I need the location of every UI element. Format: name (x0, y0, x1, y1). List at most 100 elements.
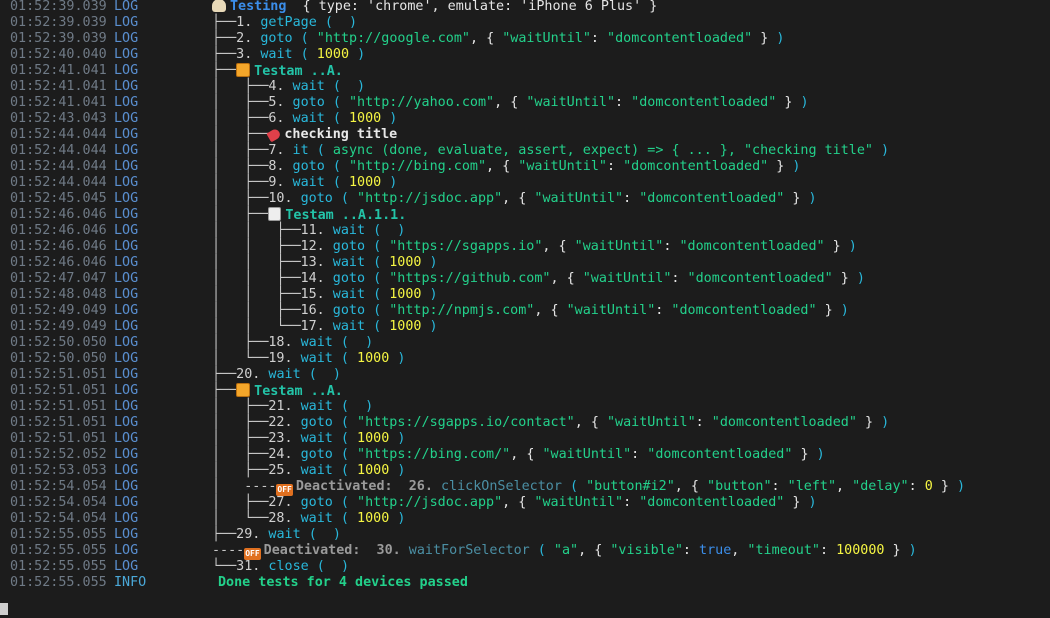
step-arg: , { (550, 271, 583, 286)
log-level: LOG (114, 559, 139, 574)
log-body: OFF Deactivated: 30. waitForSelector ( "a… (244, 543, 917, 560)
tree-connector: │ ├── (212, 415, 269, 430)
step-arg: : (623, 191, 640, 206)
step-arg: "https://sgapps.io" (389, 239, 543, 254)
paren: ( (324, 175, 349, 190)
paren: ( (324, 111, 349, 126)
log-level: LOG (114, 335, 139, 350)
log-timestamp: 01:52:46.046 (10, 223, 107, 238)
tree-connector: │ ├── (212, 111, 269, 126)
shell-prompt[interactable] (0, 602, 8, 618)
step-number: 19. (268, 351, 301, 366)
paren: ( (365, 319, 390, 334)
deactivated-label: Deactivated: (295, 479, 409, 494)
tree-connector: │ ├── (212, 495, 269, 510)
log-timestamp: 01:52:50.050 (10, 351, 107, 366)
step-number: 14. (300, 271, 333, 286)
paren: ( (332, 463, 358, 478)
log-timestamp: 01:52:46.046 (10, 239, 107, 254)
paren: ( (561, 479, 587, 494)
step-arg: } (768, 159, 785, 174)
log-level: LOG (114, 31, 139, 46)
tree-connector: │ ├── (212, 95, 269, 110)
paren: ) (349, 47, 366, 62)
log-body: 24. goto ( "https://bing.com/", { "waitU… (268, 447, 824, 463)
log-timestamp: 01:52:55.055 (10, 575, 107, 590)
log-timestamp: 01:52:51.051 (10, 399, 107, 414)
step-number: 5. (268, 95, 293, 110)
log-timestamp: 01:52:54.054 (10, 495, 107, 510)
step-number: 24. (268, 447, 301, 462)
describe-title: checking title (284, 127, 398, 142)
tree-connector: ├── (212, 383, 237, 398)
log-timestamp: 01:52:41.041 (10, 63, 107, 78)
step-function: wait (268, 367, 301, 382)
step-number: 25. (268, 463, 301, 478)
step-number: 17. (300, 319, 333, 334)
paren: ) (340, 15, 358, 30)
log-level: LOG (114, 383, 139, 398)
paren: ( (332, 447, 358, 462)
step-arg: "button#i2" (586, 479, 675, 494)
tree-connector: │ │ └── (212, 319, 301, 334)
step-function: goto (292, 95, 325, 110)
tree-connector: ├── (212, 15, 237, 30)
log-line: 01:52:48.048 LOG │ │ ├── 15. wait ( 1000 ) (0, 287, 1050, 303)
step-arg: , { (486, 159, 519, 174)
log-line: 01:52:52.052 LOG │ ├── 24. goto ( "https://… (0, 447, 1050, 463)
step-arg: 0 (924, 479, 933, 494)
step-function: wait (260, 47, 293, 62)
book-icon (236, 383, 251, 397)
step-arg: "domcontentloaded" (647, 447, 793, 462)
paren: ) (389, 223, 406, 238)
step-arg: "waitUntil" (542, 447, 632, 462)
log-line: 01:52:41.041 LOG │ ├── 5. goto ( "http://ya… (0, 95, 1050, 111)
log-line: 01:52:55.055 LOG ├── 29. wait ( ) (0, 527, 1050, 543)
tree-connector: │ │ ├── (212, 239, 301, 254)
log-level: LOG (114, 159, 139, 174)
step-arg: } (832, 271, 849, 286)
log-timestamp: 01:52:40.040 (10, 47, 107, 62)
paren: ) (348, 79, 366, 94)
log-level: LOG (114, 255, 139, 270)
step-arg: , { (510, 447, 543, 462)
tree-connector: │ │ ├── (212, 271, 301, 286)
step-number: 18. (268, 335, 301, 350)
log-line: 01:52:50.050 LOG │ └── 19. wait ( 1000 ) (0, 351, 1050, 367)
log-timestamp: 01:52:48.048 (10, 287, 107, 302)
paren: ( (332, 415, 358, 430)
log-line: 01:52:44.044 LOG │ ├── checking title (0, 127, 1050, 143)
log-line: 01:52:44.044 LOG │ ├── 8. goto ( "http://bi… (0, 159, 1050, 175)
log-timestamp: 01:52:51.051 (10, 383, 107, 398)
log-body: 20. wait ( ) (236, 367, 341, 383)
log-body: 12. goto ( "https://sgapps.io", { "waitU… (301, 239, 857, 255)
tree-connector: ├── (212, 31, 237, 46)
step-arg: , { (542, 239, 575, 254)
paren: ) (324, 367, 341, 382)
log-timestamp: 01:52:41.041 (10, 79, 107, 94)
log-level: LOG (114, 431, 139, 446)
step-arg: } (784, 495, 801, 510)
log-level: LOG (114, 47, 139, 62)
step-number: 3. (236, 47, 261, 62)
step-function: goto (300, 447, 333, 462)
paren: ( (365, 223, 390, 238)
log-level: LOG (114, 319, 139, 334)
step-arg: 1000 (348, 111, 382, 126)
tree-connector: ├── (212, 63, 237, 78)
step-function: wait (332, 223, 366, 238)
log-body: Testam ..A. (236, 63, 343, 80)
step-function: waitForSelector (408, 543, 530, 558)
log-timestamp: 01:52:55.055 (10, 543, 107, 558)
tree-connector: │ ├── (212, 335, 269, 350)
step-function: it (292, 143, 309, 158)
tree-connector: │ │ ├── (212, 223, 301, 238)
step-arg: : (663, 239, 680, 254)
step-arg: "waitUntil" (534, 495, 624, 510)
book-icon (236, 63, 251, 77)
log-level: LOG (114, 175, 139, 190)
paren: ( (332, 431, 358, 446)
step-arg: : (819, 543, 837, 558)
tree-connector: │ ├── (212, 127, 269, 142)
paren: ) (389, 511, 406, 526)
